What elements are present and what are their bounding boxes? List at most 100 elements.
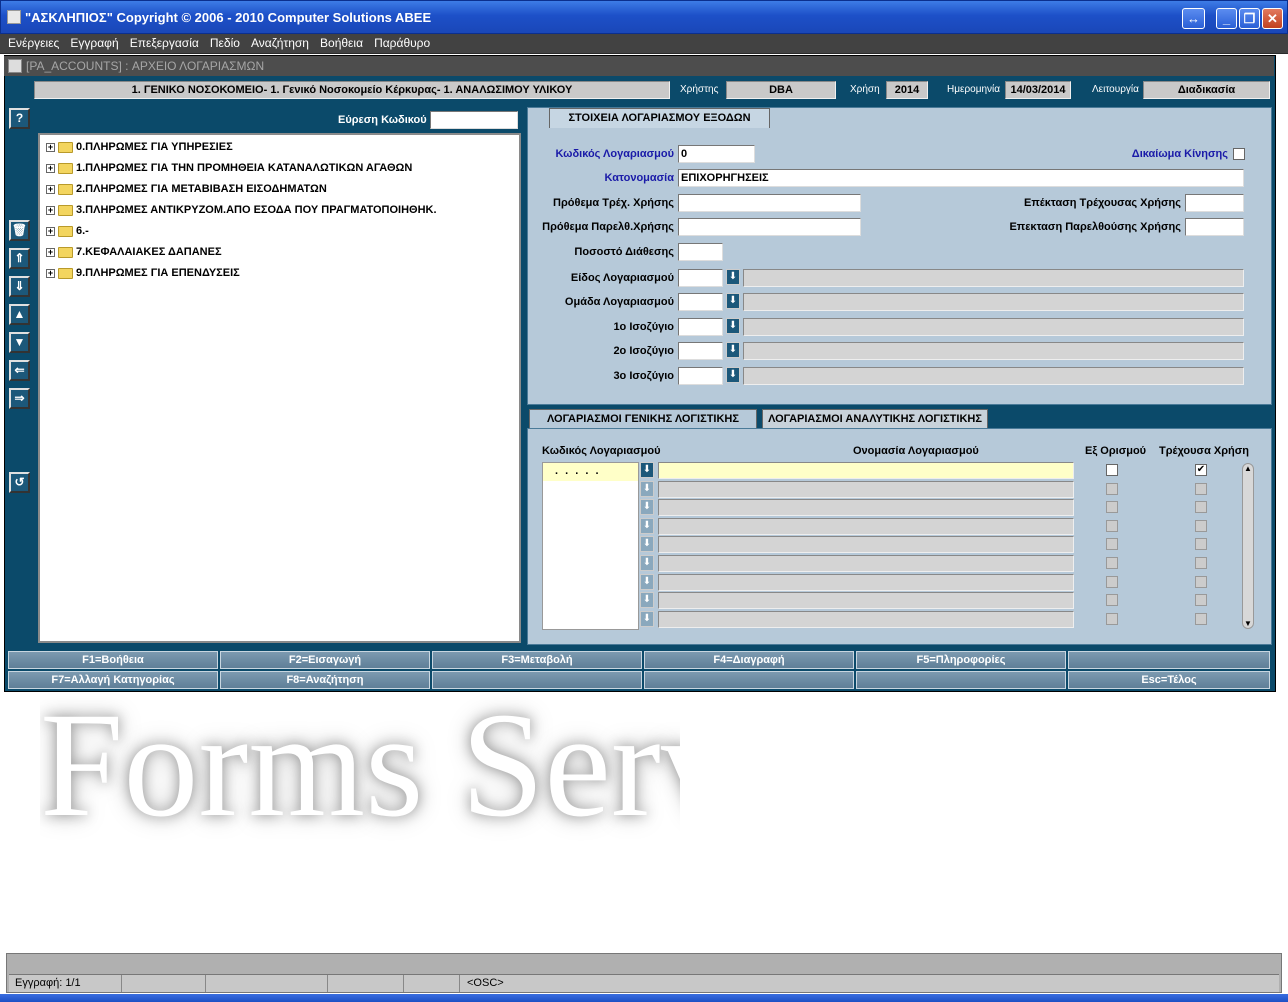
percent-input[interactable]	[678, 243, 723, 261]
f7-change-category-button[interactable]: F7=Αλλαγή Κατηγορίας	[8, 671, 218, 689]
undo-icon[interactable]: ↺	[9, 472, 30, 493]
default-checkbox[interactable]	[1106, 575, 1118, 588]
restore-button[interactable]: ❐	[1239, 8, 1260, 29]
lov-arrow-icon[interactable]: ⬇	[726, 342, 740, 358]
menu-search[interactable]: Αναζήτηση	[251, 34, 309, 52]
next-icon[interactable]: ▼	[9, 332, 30, 353]
f8-search-button[interactable]: F8=Αναζήτηση	[220, 671, 430, 689]
tree-node[interactable]: +0.ΠΛΗΡΩΜΕΣ ΓΙΑ ΥΠΗΡΕΣΙΕΣ	[46, 139, 233, 155]
default-checkbox[interactable]	[1106, 519, 1118, 532]
expand-icon[interactable]: +	[46, 226, 55, 236]
current-year-checkbox[interactable]	[1195, 575, 1207, 588]
account-name-cell[interactable]	[658, 499, 1074, 517]
lov-arrow-icon[interactable]: ⬇	[640, 610, 654, 627]
default-checkbox[interactable]	[1106, 482, 1118, 495]
tree-node[interactable]: +7.ΚΕΦΑΛΑΙΑΚΕΣ ΔΑΠΑΝΕΣ	[46, 244, 222, 260]
help-button[interactable]: ?	[9, 108, 30, 129]
code-search-input[interactable]	[430, 111, 518, 129]
balance2-input[interactable]	[678, 342, 723, 360]
lov-arrow-icon[interactable]: ⬇	[726, 367, 740, 383]
lov-arrow-icon[interactable]: ⬇	[726, 293, 740, 309]
f1-help-button[interactable]: F1=Βοήθεια	[8, 651, 218, 669]
default-checkbox[interactable]	[1106, 557, 1118, 569]
close-button[interactable]: ✕	[1262, 8, 1283, 29]
delete-icon[interactable]: 🗑	[9, 220, 30, 241]
first-record-icon[interactable]: ⇑	[9, 248, 30, 269]
name-input[interactable]	[678, 169, 1244, 187]
default-checkbox[interactable]	[1106, 594, 1118, 607]
movement-right-checkbox[interactable]	[1233, 148, 1245, 160]
resize-icon[interactable]: ↔	[1182, 8, 1205, 29]
arrow-left-icon[interactable]: ⇐	[9, 360, 30, 381]
account-name-cell[interactable]	[658, 536, 1074, 554]
lov-arrow-icon[interactable]: ⬇	[640, 573, 654, 590]
lov-arrow-icon[interactable]: ⬇	[640, 499, 654, 516]
current-year-checkbox[interactable]	[1195, 501, 1207, 514]
default-checkbox[interactable]	[1106, 464, 1118, 476]
default-checkbox[interactable]	[1106, 501, 1118, 514]
default-checkbox[interactable]	[1106, 612, 1118, 625]
tree-node[interactable]: +1.ΠΛΗΡΩΜΕΣ ΓΙΑ ΤΗΝ ΠΡΟΜΗΘΕΙΑ ΚΑΤΑΝΑΛΩΤΙ…	[46, 160, 412, 176]
prefix-current-input[interactable]	[678, 194, 861, 212]
expand-icon[interactable]: +	[46, 142, 55, 152]
minimize-button[interactable]: _	[1216, 8, 1237, 29]
lov-arrow-icon[interactable]: ⬇	[726, 318, 740, 334]
scroll-up-icon[interactable]: ▲	[1244, 464, 1252, 473]
account-group-input[interactable]	[678, 293, 723, 311]
lov-arrow-icon[interactable]: ⬇	[640, 462, 654, 478]
arrow-right-icon[interactable]: ⇒	[9, 388, 30, 409]
expand-icon[interactable]: +	[46, 247, 55, 257]
current-year-checkbox[interactable]	[1195, 538, 1207, 551]
tree-node[interactable]: +6.-	[46, 223, 89, 239]
lov-arrow-icon[interactable]: ⬇	[640, 517, 654, 534]
account-type-input[interactable]	[678, 269, 723, 287]
menu-field[interactable]: Πεδίο	[210, 34, 240, 52]
expand-icon[interactable]: +	[46, 184, 55, 194]
account-name-cell[interactable]	[658, 462, 1074, 479]
tree-node[interactable]: +9.ΠΛΗΡΩΜΕΣ ΓΙΑ ΕΠΕΝΔΥΣΕΙΣ	[46, 265, 240, 281]
current-year-checkbox[interactable]: ✔	[1195, 464, 1207, 476]
tab-analytic-accounts[interactable]: ΛΟΓΑΡΙΑΣΜΟΙ ΑΝΑΛΥΤΙΚΗΣ ΛΟΓΙΣΤΙΚΗΣ	[762, 409, 988, 429]
esc-exit-button[interactable]: Esc=Τέλος	[1068, 671, 1270, 689]
expand-icon[interactable]: +	[46, 268, 55, 278]
current-year-checkbox[interactable]	[1195, 594, 1207, 607]
lov-arrow-icon[interactable]: ⬇	[726, 269, 740, 285]
lov-arrow-icon[interactable]: ⬇	[640, 592, 654, 609]
last-record-icon[interactable]: ⇓	[9, 276, 30, 297]
previous-icon[interactable]: ▲	[9, 304, 30, 325]
extension-current-input[interactable]	[1185, 194, 1244, 212]
account-name-cell[interactable]	[658, 610, 1074, 628]
menu-window[interactable]: Παράθυρο	[374, 34, 430, 52]
menu-edit[interactable]: Επεξεργασία	[130, 34, 199, 52]
extension-previous-input[interactable]	[1185, 218, 1244, 236]
lov-arrow-icon[interactable]: ⬇	[640, 480, 654, 497]
balance1-input[interactable]	[678, 318, 723, 336]
account-name-cell[interactable]	[658, 555, 1074, 572]
account-name-cell[interactable]	[658, 517, 1074, 535]
menu-actions[interactable]: Ενέργειες	[8, 34, 59, 52]
tree-node[interactable]: +3.ΠΛΗΡΩΜΕΣ ΑΝΤΙΚΡΥΖΟΜ.ΑΠΟ ΕΣΟΔΑ ΠΟΥ ΠΡΑ…	[46, 202, 437, 218]
tab-general-accounts[interactable]: ΛΟΓΑΡΙΑΣΜΟΙ ΓΕΝΙΚΗΣ ΛΟΓΙΣΤΙΚΗΣ	[529, 409, 757, 429]
expand-icon[interactable]: +	[46, 205, 55, 215]
current-year-checkbox[interactable]	[1195, 519, 1207, 532]
menu-help[interactable]: Βοήθεια	[320, 34, 363, 52]
lov-arrow-icon[interactable]: ⬇	[640, 536, 654, 553]
account-name-cell[interactable]	[658, 573, 1074, 591]
tree-node[interactable]: +2.ΠΛΗΡΩΜΕΣ ΓΙΑ ΜΕΤΑΒΙΒΑΣΗ ΕΙΣΟΔΗΜΑΤΩΝ	[46, 181, 327, 197]
expand-icon[interactable]: +	[46, 163, 55, 173]
f4-delete-button[interactable]: F4=Διαγραφή	[644, 651, 854, 669]
current-year-checkbox[interactable]	[1195, 557, 1207, 569]
grid-scrollbar[interactable]: ▲ ▼	[1242, 463, 1254, 629]
account-code-cell[interactable]: . . . . .	[543, 463, 638, 481]
default-checkbox[interactable]	[1106, 538, 1118, 551]
tab-account-details[interactable]: ΣΤΟΙΧΕΙΑ ΛΟΓΑΡΙΑΣΜΟΥ ΕΞΟΔΩΝ	[549, 108, 770, 128]
account-name-cell[interactable]	[658, 592, 1074, 610]
f2-insert-button[interactable]: F2=Εισαγωγή	[220, 651, 430, 669]
f3-modify-button[interactable]: F3=Μεταβολή	[432, 651, 642, 669]
account-name-cell[interactable]	[658, 480, 1074, 498]
current-year-checkbox[interactable]	[1195, 482, 1207, 495]
prefix-previous-input[interactable]	[678, 218, 861, 236]
menu-record[interactable]: Εγγραφή	[70, 34, 118, 52]
lov-arrow-icon[interactable]: ⬇	[640, 555, 654, 571]
f5-info-button[interactable]: F5=Πληροφορίες	[856, 651, 1066, 669]
